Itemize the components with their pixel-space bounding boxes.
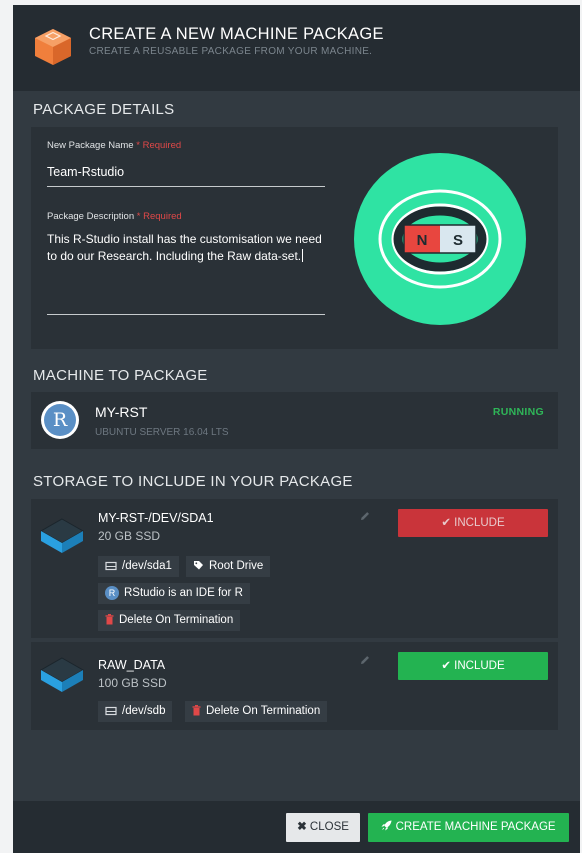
disk-size: 100 GB SSD xyxy=(98,676,167,690)
disk-name: MY-RST-/DEV/SDA1 xyxy=(98,511,214,525)
device-tag: /dev/sda1 xyxy=(98,556,179,577)
package-name-input[interactable]: Team-Rstudio xyxy=(47,165,124,179)
package-details-title: PACKAGE DETAILS xyxy=(33,101,175,118)
text-caret xyxy=(302,249,304,262)
trash-icon xyxy=(105,614,114,625)
role-tag: Root Drive xyxy=(186,556,271,577)
modal-title: CREATE A NEW MACHINE PACKAGE xyxy=(89,25,384,43)
magnet-south-label: S xyxy=(453,232,463,249)
machine-card[interactable]: R MY-RST UBUNTU SERVER 16.04 LTS RUNNING xyxy=(31,392,558,449)
modal-subtitle: CREATE A REUSABLE PACKAGE FROM YOUR MACH… xyxy=(89,46,373,57)
termination-tag: Delete On Termination xyxy=(98,610,241,631)
avatar: R xyxy=(41,401,79,439)
termination-tag: Delete On Termination xyxy=(185,701,328,722)
rocket-icon xyxy=(381,820,392,831)
package-description-underline xyxy=(47,314,325,315)
close-button[interactable]: ✖ CLOSE xyxy=(286,813,360,842)
edit-pencil-icon[interactable] xyxy=(359,510,371,522)
check-icon: ✔ xyxy=(441,660,451,672)
storage-disk-card: MY-RST-/DEV/SDA1 20 GB SSD ✔ INCLUDE /de… xyxy=(31,499,558,638)
close-icon: ✖ xyxy=(297,821,307,833)
status-badge: RUNNING xyxy=(492,406,544,418)
disk-icon xyxy=(39,657,85,692)
disk-icon xyxy=(39,518,85,553)
machine-os: UBUNTU SERVER 16.04 LTS xyxy=(95,427,229,438)
machine-name: MY-RST xyxy=(95,404,148,420)
package-description-label: Package Description * Required xyxy=(47,211,182,222)
disk-size: 20 GB SSD xyxy=(98,529,161,543)
include-button[interactable]: ✔ INCLUDE xyxy=(398,509,548,537)
disk-name: RAW_DATA xyxy=(98,658,166,672)
create-machine-package-button[interactable]: CREATE MACHINE PACKAGE xyxy=(368,813,569,842)
create-package-modal: CREATE A NEW MACHINE PACKAGE CREATE A RE… xyxy=(13,5,580,853)
modal-footer: ✖ CLOSE CREATE MACHINE PACKAGE xyxy=(13,801,580,853)
r-logo-icon: R xyxy=(44,404,76,436)
magnet-north-label: N xyxy=(417,232,428,249)
trash-icon xyxy=(192,705,201,716)
tag-icon xyxy=(194,561,203,570)
package-name-label: New Package Name * Required xyxy=(47,140,182,151)
package-details-panel: New Package Name * Required Team-Rstudio… xyxy=(31,127,558,349)
rstudio-icon: R xyxy=(105,585,119,600)
storage-disk-card: RAW_DATA 100 GB SSD ✔ INCLUDE /dev/sdb D… xyxy=(31,642,558,730)
include-button[interactable]: ✔ INCLUDE xyxy=(398,652,548,680)
edit-pencil-icon[interactable] xyxy=(359,654,371,666)
package-description-input[interactable]: This R-Studio install has the customisat… xyxy=(47,231,329,265)
modal-header: CREATE A NEW MACHINE PACKAGE CREATE A RE… xyxy=(13,5,580,91)
package-box-icon xyxy=(35,29,71,65)
device-tag: /dev/sdb xyxy=(98,701,173,722)
storage-section-title: STORAGE TO INCLUDE IN YOUR PACKAGE xyxy=(33,473,353,490)
drive-icon xyxy=(105,561,117,571)
drive-icon xyxy=(105,706,117,716)
app-tag: R RStudio is an IDE for R xyxy=(98,583,250,604)
package-name-underline xyxy=(47,186,325,187)
check-icon: ✔ xyxy=(441,517,451,529)
magnet-illustration: N S xyxy=(354,153,526,325)
machine-section-title: MACHINE TO PACKAGE xyxy=(33,367,208,384)
